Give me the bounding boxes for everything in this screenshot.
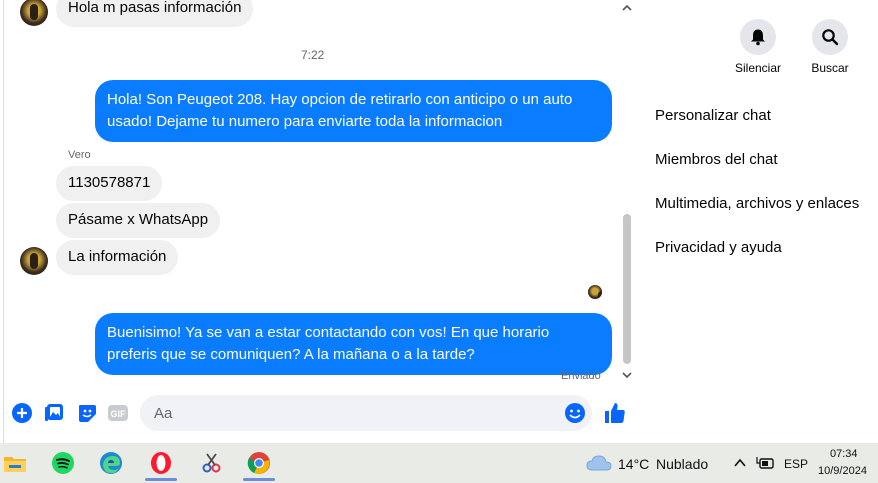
chevron-up-icon[interactable] bbox=[733, 456, 747, 470]
battery-icon[interactable] bbox=[755, 455, 775, 471]
message-outgoing: Hola! Son Peugeot 208. Hay opcion de ret… bbox=[95, 80, 612, 142]
scrollbar-thumb[interactable] bbox=[623, 214, 631, 364]
read-receipt-avatar bbox=[588, 285, 602, 299]
menu-privacy-help[interactable]: Privacidad y ayuda bbox=[655, 239, 782, 256]
search-label: Buscar bbox=[811, 61, 849, 75]
like-icon[interactable] bbox=[602, 400, 628, 426]
sticker-icon[interactable] bbox=[76, 402, 98, 424]
clock-date[interactable]: 10/9/2024 bbox=[818, 465, 867, 477]
gif-label: GIF bbox=[111, 409, 127, 419]
scroll-up-icon[interactable] bbox=[622, 3, 632, 16]
clock-time[interactable]: 07:34 bbox=[830, 448, 858, 460]
search-button[interactable] bbox=[812, 19, 848, 55]
message-timestamp: 7:22 bbox=[301, 48, 325, 62]
chat-thread: Hola m pasas información 7:22 Hola! Son … bbox=[0, 0, 638, 443]
active-app-indicator bbox=[243, 478, 275, 481]
divider bbox=[3, 0, 4, 443]
message-incoming: 1130578871 bbox=[56, 166, 163, 201]
mute-label: Silenciar bbox=[734, 61, 782, 75]
bell-icon bbox=[751, 29, 765, 46]
add-icon[interactable] bbox=[11, 402, 33, 424]
search-icon bbox=[822, 29, 839, 46]
opera-icon[interactable] bbox=[149, 451, 173, 475]
active-app-indicator bbox=[145, 478, 177, 481]
snipping-tool-icon[interactable] bbox=[199, 451, 223, 475]
emoji-icon[interactable] bbox=[564, 402, 586, 424]
scroll-down-icon[interactable] bbox=[622, 370, 632, 383]
weather-temperature[interactable]: 14°C bbox=[618, 456, 649, 472]
sender-name: Vero bbox=[68, 149, 91, 161]
contact-avatar[interactable] bbox=[20, 0, 48, 26]
message-status: Enviado bbox=[561, 370, 601, 382]
language-indicator[interactable]: ESP bbox=[784, 457, 808, 471]
gif-icon[interactable]: GIF bbox=[107, 402, 129, 424]
spotify-icon[interactable] bbox=[51, 451, 75, 475]
menu-customize-chat[interactable]: Personalizar chat bbox=[655, 107, 771, 124]
menu-media-files-links[interactable]: Multimedia, archivos y enlaces bbox=[655, 195, 859, 212]
chrome-icon[interactable] bbox=[247, 451, 271, 475]
weather-condition[interactable]: Nublado bbox=[656, 456, 708, 472]
contact-avatar[interactable] bbox=[20, 247, 48, 275]
cloud-icon[interactable] bbox=[586, 453, 612, 473]
message-input-field[interactable] bbox=[152, 404, 556, 423]
message-incoming: La información bbox=[56, 240, 179, 275]
message-outgoing: Buenisimo! Ya se van a estar contactando… bbox=[95, 313, 612, 375]
photo-icon[interactable] bbox=[44, 402, 66, 424]
file-explorer-icon[interactable] bbox=[3, 451, 27, 475]
edge-icon[interactable] bbox=[99, 451, 123, 475]
mute-button[interactable] bbox=[740, 19, 776, 55]
menu-chat-members[interactable]: Miembros del chat bbox=[655, 151, 778, 168]
message-incoming: Hola m pasas información bbox=[56, 0, 254, 27]
message-input[interactable] bbox=[140, 395, 592, 431]
message-incoming: Pásame x WhatsApp bbox=[56, 203, 221, 238]
